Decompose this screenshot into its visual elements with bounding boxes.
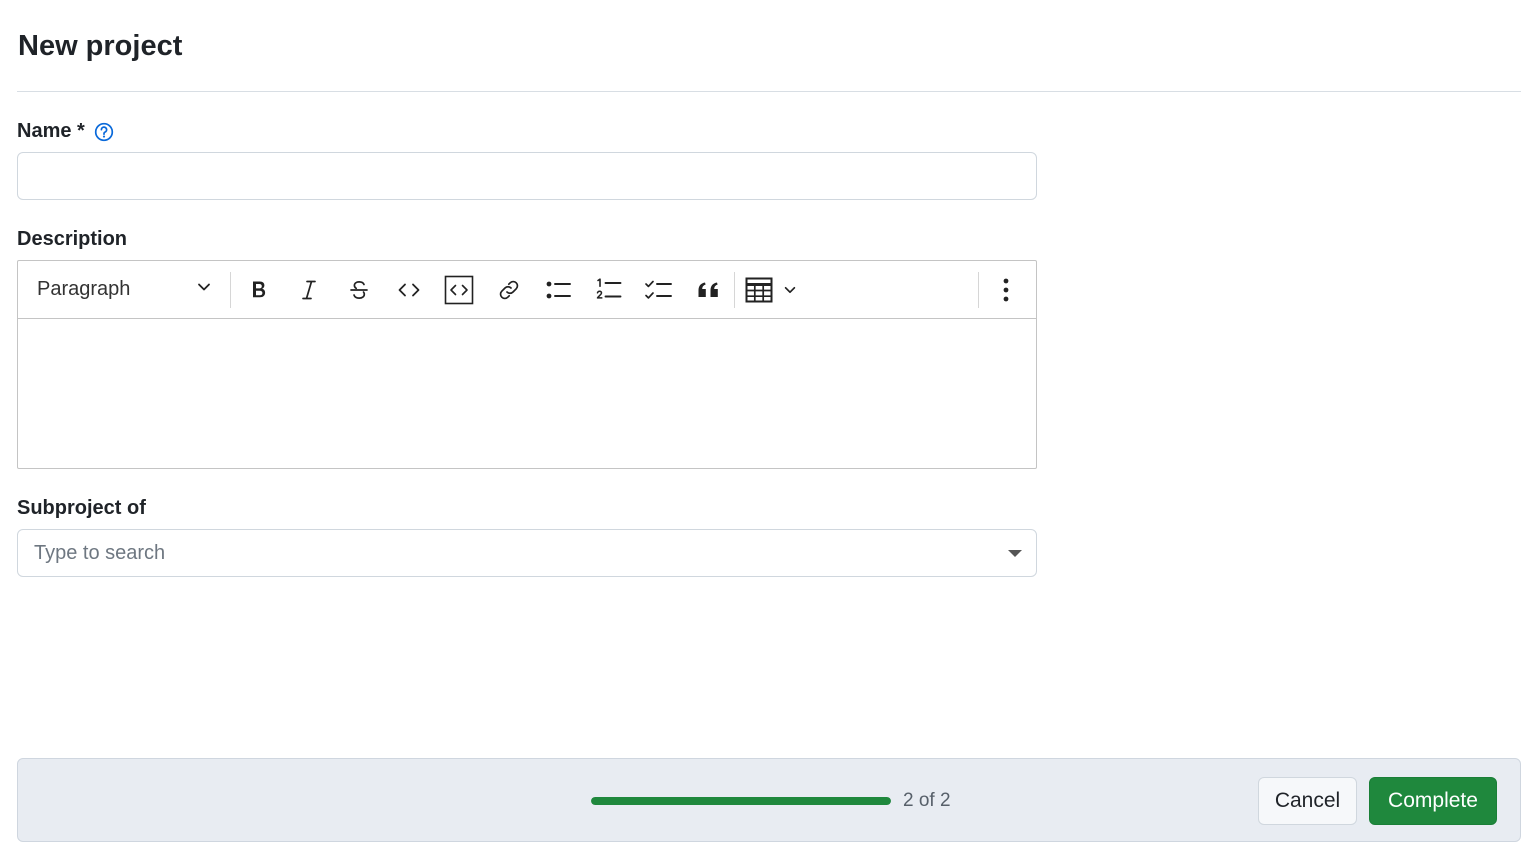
code-icon: [396, 278, 422, 302]
description-label: Description: [17, 228, 127, 251]
strikethrough-icon: [347, 278, 371, 302]
progress-bar: [591, 797, 891, 805]
description-content-area[interactable]: [18, 319, 1036, 469]
table-button[interactable]: [735, 270, 807, 310]
bold-button[interactable]: [234, 270, 284, 310]
todo-list-button[interactable]: [634, 270, 684, 310]
link-button[interactable]: [484, 270, 534, 310]
code-button[interactable]: [384, 270, 434, 310]
subproject-select[interactable]: Type to search: [17, 529, 1037, 577]
bulleted-list-icon: [545, 278, 573, 302]
toolbar-separator: [230, 271, 231, 308]
cancel-button[interactable]: Cancel: [1258, 777, 1357, 825]
caret-down-icon[interactable]: [1008, 549, 1022, 557]
wizard-footer: 2 of 2 Cancel Complete: [17, 758, 1521, 842]
todo-list-icon: [644, 278, 674, 302]
name-label-text: Name *: [17, 120, 85, 142]
complete-button[interactable]: Complete: [1369, 777, 1497, 825]
chevron-down-icon: [196, 278, 212, 301]
description-editor: Paragraph: [17, 260, 1037, 469]
italic-button[interactable]: [284, 270, 334, 310]
page-title: New project: [18, 30, 183, 62]
code-block-button[interactable]: [434, 270, 484, 310]
name-input[interactable]: [17, 152, 1037, 200]
table-icon: [745, 277, 773, 303]
title-divider: [17, 91, 1521, 92]
subproject-label: Subproject of: [17, 497, 146, 520]
progress-bar-fill: [591, 797, 891, 805]
name-label: Name *: [17, 120, 115, 143]
more-options-button[interactable]: [988, 270, 1024, 310]
blockquote-icon: [696, 278, 722, 302]
numbered-list-button[interactable]: [584, 270, 634, 310]
editor-toolbar: Paragraph: [18, 261, 1036, 319]
code-block-icon: [444, 275, 474, 305]
numbered-list-icon: [595, 277, 623, 303]
description-label-text: Description: [17, 228, 128, 250]
help-icon[interactable]: [93, 121, 115, 143]
bulleted-list-button[interactable]: [534, 270, 584, 310]
toolbar-separator: [978, 272, 979, 308]
subproject-search-placeholder: Type to search: [34, 541, 166, 564]
strikethrough-button[interactable]: [334, 270, 384, 310]
more-vertical-icon: [1002, 277, 1010, 303]
heading-dropdown-label: Paragraph: [37, 278, 131, 300]
subproject-label-text: Subproject of: [17, 497, 146, 519]
blockquote-button[interactable]: [684, 270, 734, 310]
progress-step-text: 2 of 2: [903, 790, 951, 811]
link-icon: [497, 278, 521, 302]
chevron-down-icon: [783, 283, 797, 297]
bold-icon: [247, 278, 271, 302]
heading-dropdown[interactable]: Paragraph: [18, 261, 230, 318]
italic-icon: [297, 278, 321, 302]
